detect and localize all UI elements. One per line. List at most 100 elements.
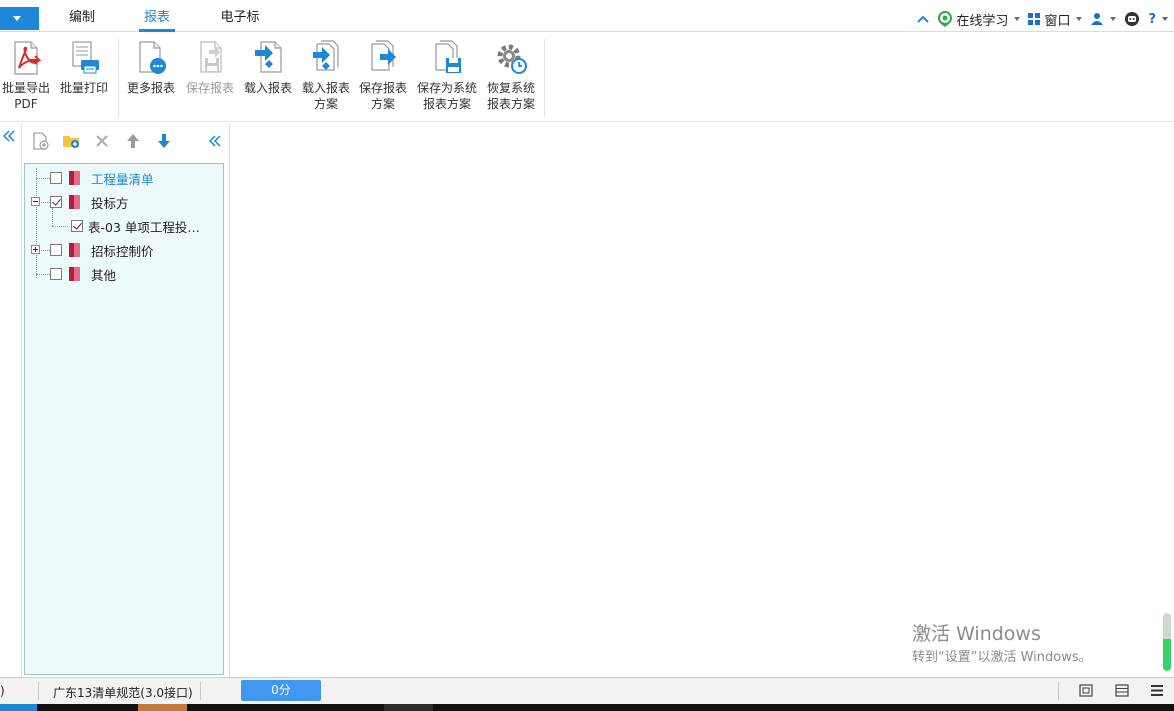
save-report-label: 保存报表	[185, 81, 234, 95]
tree-connector	[36, 274, 50, 275]
caret-down-icon	[1076, 17, 1083, 21]
tree-node-checkbox[interactable]	[71, 220, 83, 232]
report-book-icon	[69, 267, 81, 281]
tree-node-other[interactable]: 其他	[50, 264, 116, 284]
app-menu-button[interactable]	[0, 7, 39, 30]
more-reports-icon	[134, 40, 168, 76]
load-scheme-icon	[309, 40, 343, 76]
tree-connector	[36, 168, 37, 278]
load-report-scheme-label-line1: 载入报表	[301, 81, 350, 95]
tab-compile[interactable]: 编制	[66, 8, 98, 32]
arrow-down-icon	[158, 134, 170, 148]
collapse-ribbon-button[interactable]	[917, 14, 930, 24]
new-folder-icon	[63, 136, 79, 148]
tree-node-label: 工程量清单	[91, 171, 154, 187]
tree-node-tender-control-price[interactable]: 招标控制价	[50, 240, 154, 260]
save-report-scheme-label-line1: 保存报表	[358, 81, 407, 95]
batch-print-button[interactable]: 批量打印	[57, 40, 111, 96]
user-menu-button[interactable]	[1090, 12, 1117, 26]
watermark-title: 激活 Windows	[912, 623, 1041, 645]
tab-e-bid[interactable]: 电子标	[218, 8, 262, 32]
tree-node-label: 招标控制价	[91, 243, 154, 259]
tree-connector	[52, 226, 68, 227]
restore-system-scheme-icon	[494, 40, 528, 76]
caret-down-icon	[1014, 17, 1021, 21]
side-scroll-indicator[interactable]	[1163, 613, 1171, 671]
watermark-subtitle: 转到“设置”以激活 Windows。	[912, 650, 1092, 665]
load-report-icon	[251, 40, 285, 76]
move-down-button[interactable]	[155, 132, 173, 150]
double-chevron-left-icon	[208, 135, 221, 147]
tree-connector	[41, 250, 50, 251]
status-separator	[1058, 682, 1059, 700]
detail-view-button[interactable]	[1150, 684, 1164, 697]
save-as-system-scheme-label-line2: 报表方案	[422, 97, 471, 111]
report-tree-panel: 工程量清单 投标方 表-03 单项工程投… 招标控制价 其他	[22, 124, 230, 677]
list-view-button[interactable]	[1115, 684, 1129, 697]
chevron-up-icon	[917, 15, 930, 23]
window-grid-icon	[1028, 13, 1041, 25]
page-view-button[interactable]	[1079, 684, 1093, 697]
new-folder-button[interactable]	[62, 132, 80, 150]
taskbar-segment	[0, 704, 37, 711]
print-icon	[67, 40, 101, 76]
status-bar: ) 广东13清单规范(3.0接口) 0分	[0, 677, 1174, 704]
tree-node-checkbox[interactable]	[50, 244, 62, 256]
menu-bar: 编制 报表 电子标 在线学习 窗口 ?	[0, 0, 1174, 32]
caret-down-icon	[13, 16, 21, 21]
tree-node-bill-of-quantities[interactable]: 工程量清单	[50, 168, 154, 188]
status-spec: 广东13清单规范(3.0接口)	[53, 686, 193, 700]
load-report-button[interactable]: 载入报表	[242, 40, 294, 96]
expand-node-icon[interactable]	[31, 245, 40, 254]
tree-node-label: 投标方	[91, 195, 129, 211]
window-menu-button[interactable]: 窗口	[1028, 10, 1083, 29]
more-reports-label: 更多报表	[126, 81, 175, 95]
online-learning-button[interactable]: 在线学习	[937, 10, 1021, 29]
load-report-label: 载入报表	[243, 81, 292, 95]
score-button[interactable]: 0分	[241, 680, 321, 701]
menu-lines-icon	[1151, 685, 1163, 696]
tree-node-label: 表-03 单项工程投…	[88, 219, 200, 235]
tree-node-checkbox[interactable]	[50, 172, 62, 184]
restore-system-scheme-button[interactable]: 恢复系统 报表方案	[485, 40, 537, 112]
load-report-scheme-button[interactable]: 载入报表 方案	[300, 40, 352, 112]
new-report-button[interactable]	[31, 132, 49, 150]
delete-button[interactable]	[93, 132, 111, 150]
page-view-icon	[1079, 684, 1093, 697]
report-book-icon	[69, 171, 81, 185]
batch-export-pdf-button[interactable]: 批量导出 PDF	[0, 40, 52, 112]
batch-print-label: 批量打印	[59, 81, 108, 95]
save-system-scheme-icon	[430, 40, 464, 76]
robot-icon	[1125, 12, 1140, 26]
tree-node-checkbox[interactable]	[50, 268, 62, 280]
collapse-tree-button[interactable]	[208, 132, 226, 150]
tree-node-bidder[interactable]: 投标方	[50, 192, 129, 212]
status-separator	[38, 682, 39, 700]
collapse-node-icon[interactable]	[31, 197, 40, 206]
collapse-left-panel-button[interactable]	[2, 128, 15, 147]
status-separator	[200, 682, 201, 700]
report-book-icon	[69, 195, 81, 209]
report-book-icon	[69, 243, 81, 257]
tab-reports[interactable]: 报表	[139, 8, 175, 32]
caret-down-icon	[1162, 17, 1168, 21]
more-reports-button[interactable]: 更多报表	[125, 40, 177, 96]
new-file-icon	[33, 132, 49, 150]
help-button[interactable]: ?	[1148, 12, 1168, 27]
save-report-button[interactable]: 保存报表	[184, 40, 236, 96]
save-report-scheme-button[interactable]: 保存报表 方案	[357, 40, 409, 112]
report-preview-area[interactable]	[231, 124, 1174, 677]
restore-system-scheme-label-line2: 报表方案	[486, 97, 535, 111]
assistant-robot-button[interactable]	[1124, 11, 1140, 27]
move-up-button[interactable]	[124, 132, 142, 150]
taskbar-segment	[384, 704, 433, 711]
batch-export-pdf-label-line1: 批量导出	[1, 81, 50, 95]
tree-node-table-03[interactable]: 表-03 单项工程投…	[71, 216, 200, 236]
user-icon	[1091, 13, 1104, 25]
tree-connector	[36, 178, 50, 179]
taskbar-segment	[138, 704, 187, 711]
save-as-system-scheme-button[interactable]: 保存为系统 报表方案	[415, 40, 479, 112]
tree-node-checkbox[interactable]	[50, 196, 62, 208]
restore-system-scheme-label-line1: 恢复系统	[486, 81, 535, 95]
ribbon-toolbar: 批量导出 PDF 批量打印 更多报表 保存报表 载入报表 载入报表 方案 保存报…	[0, 33, 1174, 122]
